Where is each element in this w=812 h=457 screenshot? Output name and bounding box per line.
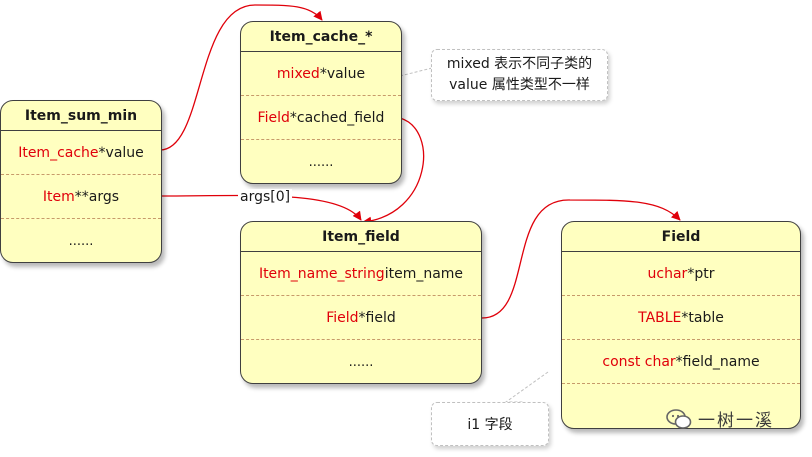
type-name: Item_name_string [258, 265, 385, 282]
member-name: *ptr [687, 265, 715, 282]
member-name: *field [358, 309, 396, 326]
member-name: item_name [384, 265, 464, 282]
type-name: mixed [276, 65, 320, 82]
item-sum-min-row-value: Item_cache *value [1, 131, 161, 175]
item-cache-row-value: mixed *value [241, 52, 401, 96]
i1-note: i1 字段 [431, 402, 549, 446]
type-name: Field [257, 109, 290, 126]
mixed-note: mixed 表示不同子类的 value 属性类型不一样 [431, 49, 608, 101]
ellipsis-text: ...... [308, 154, 334, 170]
chat-bubble-icon [666, 408, 692, 429]
field-row-field-name: const char *field_name [562, 340, 800, 384]
member-name: *value [98, 144, 144, 161]
i1-note-text: i1 字段 [467, 417, 513, 433]
watermark-text: 一树一溪 [698, 411, 774, 431]
ellipsis-text: ...... [68, 233, 94, 249]
member-name: *table [681, 309, 724, 326]
item-field-box: Item_field Item_name_string item_name Fi… [240, 221, 482, 384]
member-name: *cached_field [289, 109, 385, 126]
member-name: *value [319, 65, 366, 82]
i1-note-pointer [504, 371, 549, 403]
item-cache-row-cached-field: Field *cached_field [241, 96, 401, 140]
field-box: Field uchar *ptr TABLE *table const char… [561, 221, 801, 429]
mixed-note-line-2: value 属性类型不一样 [449, 77, 590, 93]
type-name: uchar [647, 265, 688, 282]
type-name: Field [326, 309, 359, 326]
field-row-ptr: uchar *ptr [562, 252, 800, 296]
item-field-row-item-name: Item_name_string item_name [241, 252, 481, 296]
item-sum-min-row-args: Item **args [1, 175, 161, 219]
args-arrow-label: args[0] [238, 189, 293, 205]
item-sum-min-title: Item_sum_min [1, 101, 161, 131]
mixed-note-pointer [399, 67, 433, 84]
field-row-table: TABLE *table [562, 296, 800, 340]
member-name: *field_name [675, 353, 760, 370]
item-cache-row-more: ...... [241, 140, 401, 183]
item-field-row-field: Field *field [241, 296, 481, 340]
field-title: Field [562, 222, 800, 252]
type-name: Item [42, 188, 75, 205]
watermark: 一树一溪 [666, 406, 774, 431]
type-name: const char [602, 353, 676, 370]
mixed-note-line-1: mixed 表示不同子类的 [446, 56, 593, 72]
type-name: TABLE [638, 309, 682, 326]
item-cache-title: Item_cache_* [241, 22, 401, 52]
item-sum-min-row-more: ...... [1, 219, 161, 262]
item-field-title: Item_field [241, 222, 481, 252]
item-field-row-more: ...... [241, 340, 481, 383]
member-name: **args [74, 188, 120, 205]
type-name: Item_cache [18, 144, 99, 161]
item-sum-min-box: Item_sum_min Item_cache *value Item **ar… [0, 100, 162, 263]
item-cache-box: Item_cache_* mixed *value Field *cached_… [240, 21, 402, 184]
ellipsis-text: ...... [348, 354, 374, 370]
